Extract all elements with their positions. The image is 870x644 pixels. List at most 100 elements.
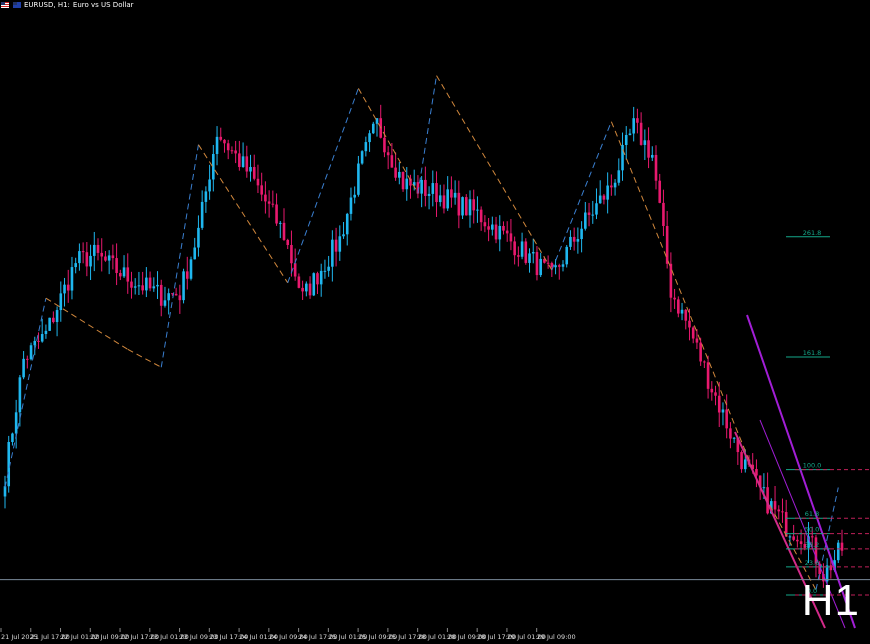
candle-body: [234, 150, 237, 154]
candle-body: [647, 140, 650, 158]
candle-body: [621, 145, 624, 171]
candle-body: [584, 212, 587, 229]
candle-body: [338, 236, 342, 252]
candle-body: [327, 266, 330, 271]
candle-body: [252, 167, 256, 179]
candle-body: [610, 185, 613, 188]
candle-body: [710, 388, 714, 393]
candle-body: [654, 154, 658, 181]
candle-body: [628, 133, 632, 135]
candle-body: [167, 293, 170, 301]
candle-body: [796, 539, 799, 542]
candle-body: [342, 234, 345, 237]
candle-body: [383, 137, 386, 153]
candle-body: [119, 272, 122, 277]
candle-body: [14, 412, 18, 434]
candle-body: [305, 283, 308, 292]
candle-body: [345, 213, 349, 235]
candle-body: [81, 251, 85, 253]
candle-body: [829, 565, 833, 571]
candle-body: [662, 202, 665, 226]
candle-body: [773, 501, 777, 510]
candle-body: [650, 154, 654, 158]
candle-body: [435, 183, 438, 203]
candle-body: [368, 133, 371, 143]
candle-body: [398, 171, 401, 178]
candle-body: [624, 134, 628, 146]
candle-body: [156, 284, 159, 287]
candle-body: [546, 262, 550, 264]
candle-body: [606, 185, 609, 200]
candle-body: [505, 230, 509, 234]
candle-body: [63, 284, 66, 294]
candle-body: [740, 452, 743, 470]
candle-body: [360, 151, 364, 164]
candle-body: [632, 118, 635, 134]
candle-body: [669, 263, 673, 298]
candle-body: [48, 317, 51, 331]
candle-body: [26, 358, 29, 360]
candle-body: [636, 118, 639, 123]
candle-body: [677, 299, 680, 314]
fib-level-label: 161.8: [803, 349, 822, 357]
candle-body: [152, 286, 156, 289]
candle-body: [569, 236, 572, 247]
zigzag-segment: [4, 298, 47, 488]
candle-body: [323, 270, 327, 272]
candle-body: [182, 271, 185, 301]
candle-body: [145, 277, 148, 291]
candle-body: [576, 239, 580, 242]
candle-body: [200, 201, 204, 228]
candle-body: [680, 309, 684, 314]
candle-body: [275, 204, 278, 224]
candle-body: [535, 252, 539, 276]
candle-body: [37, 340, 40, 342]
price-chart[interactable]: 261.8161.8100.061.850.038.223.60.021 Jul…: [0, 0, 870, 644]
candle-body: [788, 536, 792, 538]
candle-body: [420, 179, 423, 194]
zigzag-segment: [357, 88, 419, 194]
candle-body: [40, 334, 44, 342]
candle-body: [762, 487, 766, 489]
candle-body: [33, 340, 37, 346]
candle-body: [133, 286, 137, 288]
zigzag-segment: [45, 297, 129, 350]
candle-body: [111, 255, 115, 259]
candle-body: [137, 285, 141, 287]
candle-body: [245, 156, 249, 172]
fib-level-label: 261.8: [803, 229, 822, 237]
candle-body: [226, 143, 230, 151]
candle-body: [617, 170, 621, 183]
candle-body: [371, 123, 375, 134]
candle-body: [271, 203, 275, 205]
candle-body: [141, 285, 144, 291]
zigzag-segment: [287, 88, 359, 283]
candle-body: [613, 182, 617, 188]
fib-level-label: 61.8: [805, 510, 819, 518]
candle-body: [714, 392, 717, 396]
candle-body: [293, 263, 297, 277]
zigzag-segment: [436, 75, 553, 271]
candle-body: [104, 256, 107, 261]
candle-body: [197, 227, 200, 248]
candle-body: [479, 209, 483, 223]
candle-body: [464, 197, 468, 216]
candle-body: [450, 189, 453, 198]
candle-body: [208, 179, 211, 192]
zigzag-segment: [417, 75, 438, 194]
candle-body: [185, 271, 189, 279]
candle-body: [52, 317, 55, 323]
candle-body: [319, 270, 323, 285]
candle-body: [148, 277, 152, 289]
candle-body: [476, 209, 479, 211]
candle-body: [554, 265, 557, 268]
candle-body: [264, 194, 267, 202]
candle-body: [364, 142, 368, 152]
candle-body: [107, 255, 111, 261]
fib-level-label: 100.0: [803, 462, 822, 470]
candle-body: [219, 136, 223, 140]
candle-body: [502, 225, 505, 231]
candle-body: [688, 320, 691, 328]
candle-body: [424, 179, 427, 196]
candle-body: [457, 192, 461, 216]
